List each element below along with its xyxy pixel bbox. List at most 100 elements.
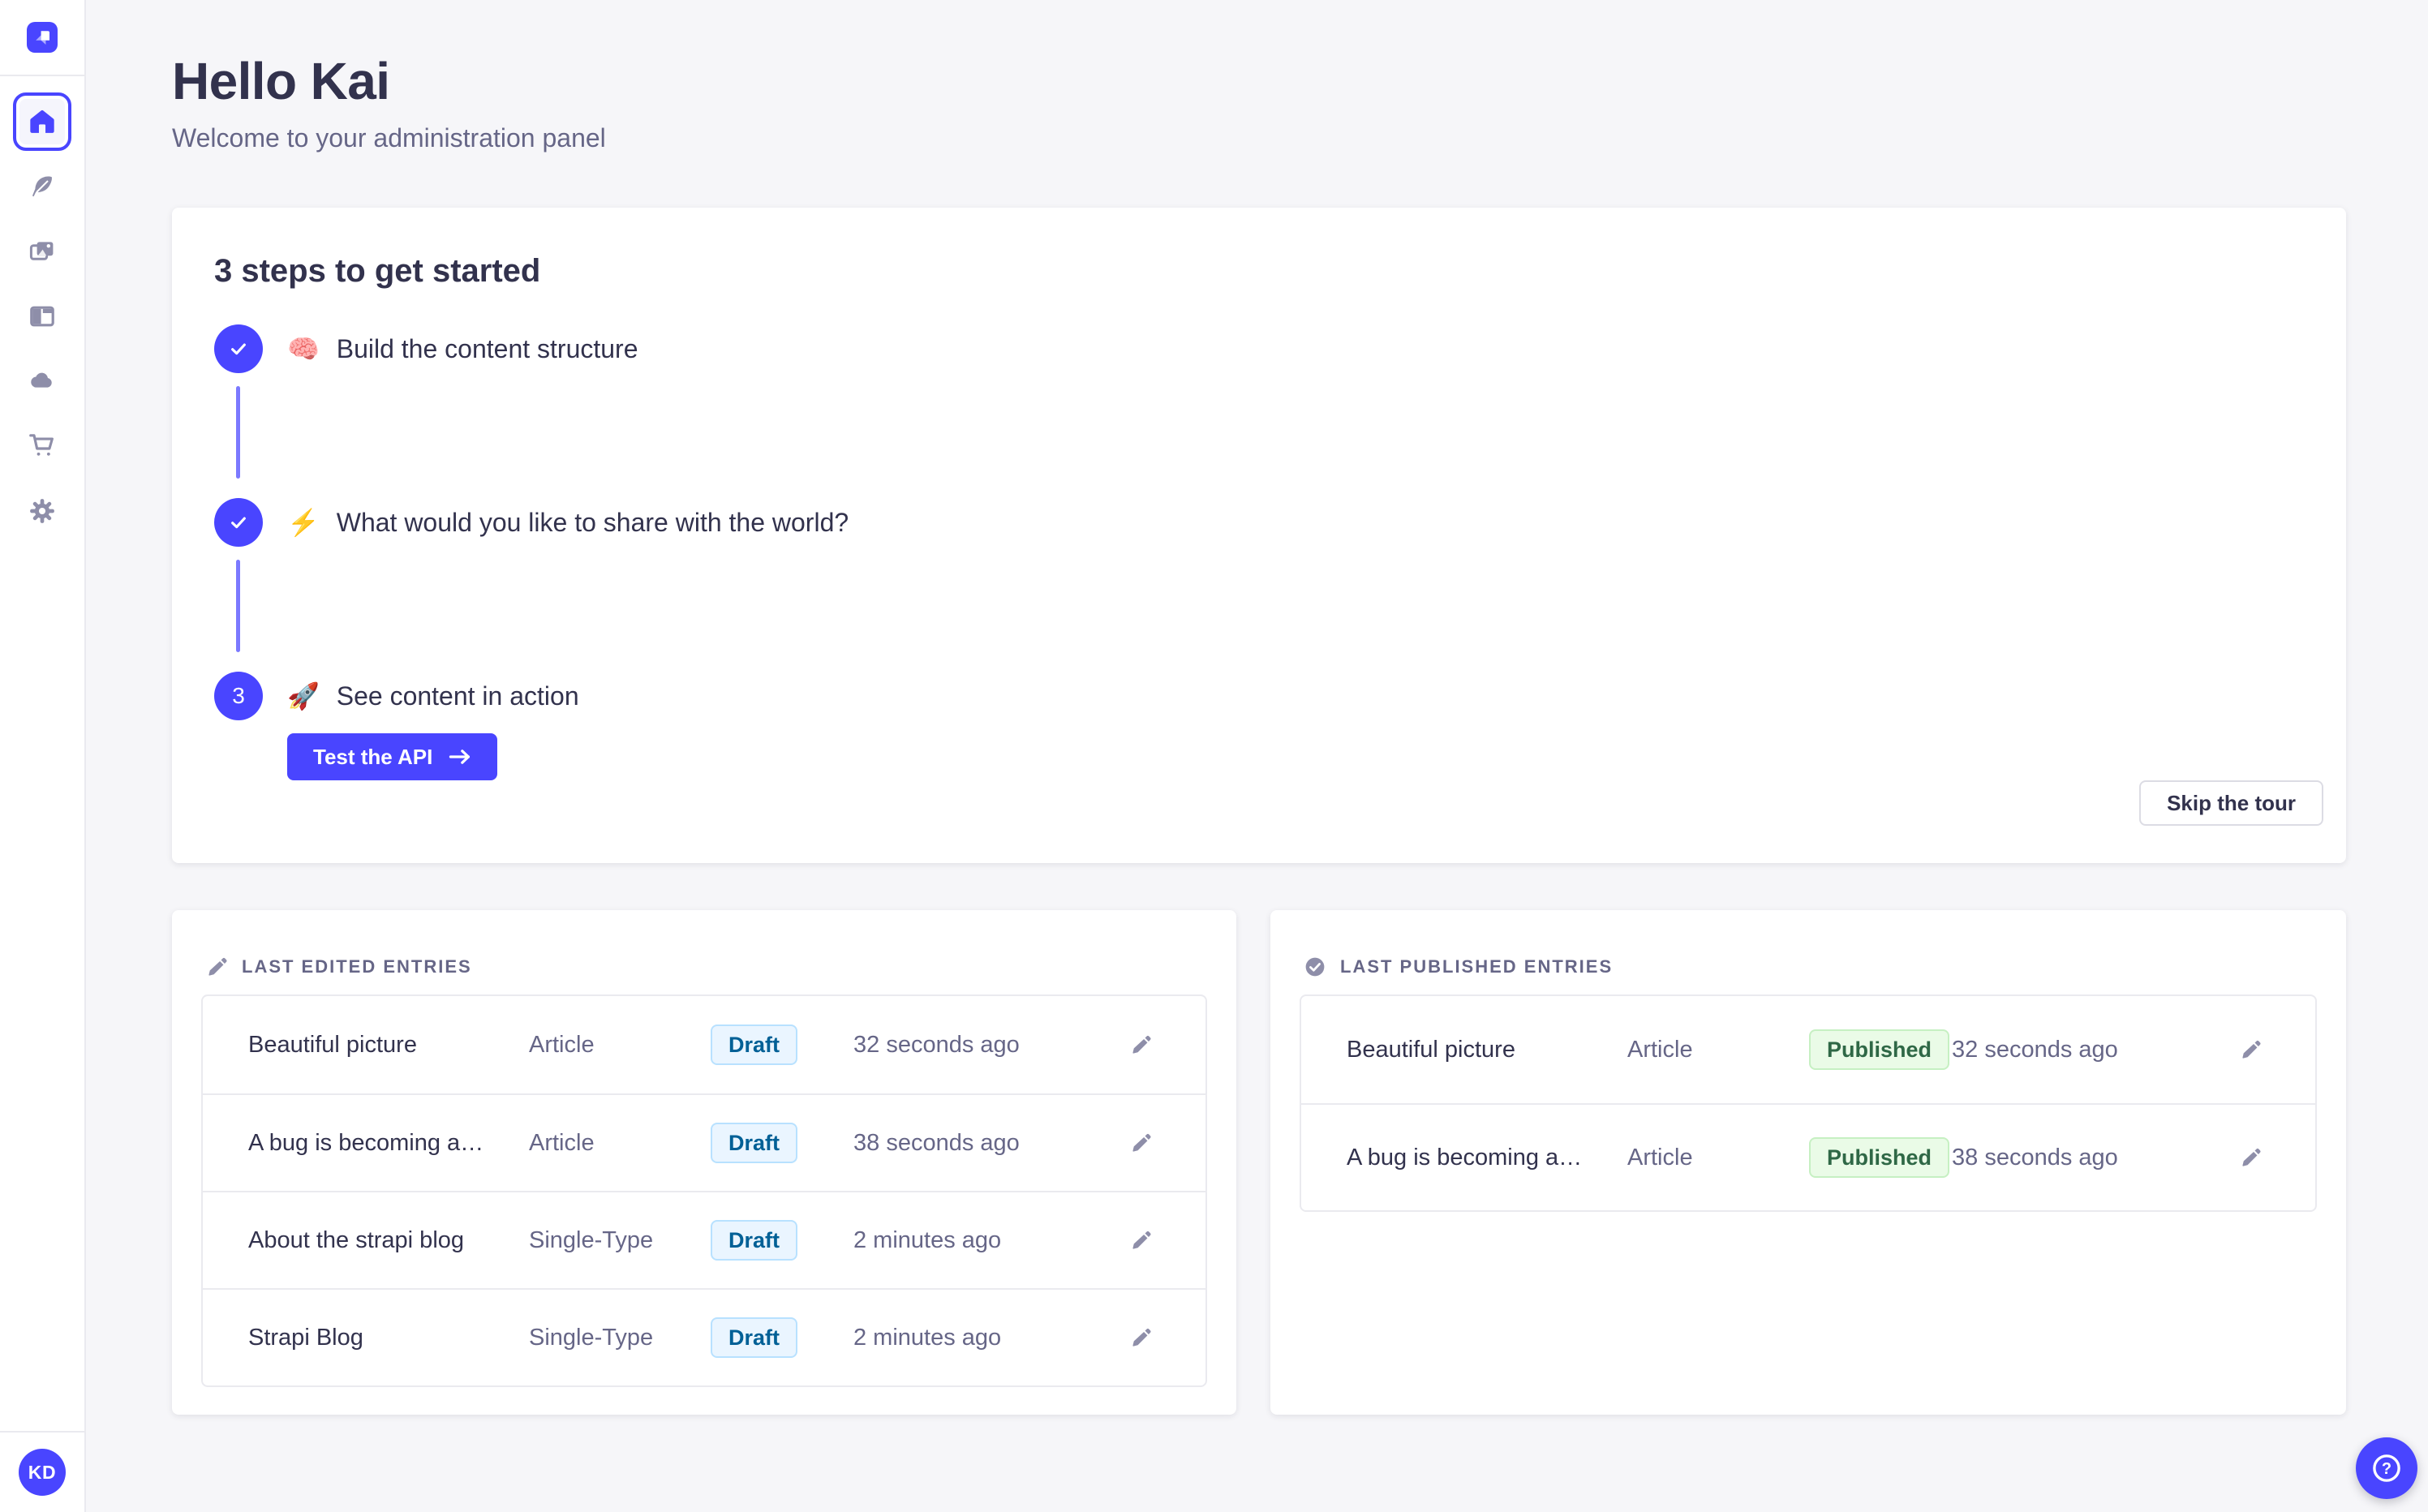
entry-title: About the strapi blog	[248, 1226, 465, 1253]
entries-panels: LAST EDITED ENTRIES Beautiful picture Ar…	[172, 910, 2348, 1415]
sidebar: KD	[0, 0, 86, 1512]
entry-title: A bug is becoming a…	[248, 1129, 484, 1156]
sidebar-item-content-type-builder[interactable]	[13, 287, 71, 346]
step-label: Build the content structure	[336, 334, 638, 363]
panel-header: LAST PUBLISHED ENTRIES	[1300, 939, 2317, 988]
entry-status-badge: Published	[1809, 1137, 1950, 1178]
help-button[interactable]: ?	[2356, 1437, 2417, 1499]
panel-header: LAST EDITED ENTRIES	[201, 939, 1207, 988]
gear-icon	[28, 497, 56, 525]
step-emoji: ⚡	[287, 508, 327, 537]
onboarding-title: 3 steps to get started	[214, 253, 541, 289]
test-api-button[interactable]: Test the API	[287, 733, 498, 780]
sidebar-item-media-library[interactable]	[13, 222, 71, 281]
onboarding-step: 3 🚀 See content in action Test the API	[214, 672, 2304, 780]
entry-title: Beautiful picture	[248, 1031, 417, 1058]
edit-entry-button[interactable]	[1121, 1318, 1160, 1357]
layout-icon	[29, 303, 55, 329]
entries-table: Beautiful picture Article Published 32 s…	[1300, 994, 2317, 1212]
edit-entry-button[interactable]	[2231, 1030, 2270, 1069]
step-status-circle	[214, 498, 263, 547]
entry-row: Beautiful picture Article Draft 32 secon…	[203, 996, 1205, 1093]
arrow-right-icon	[449, 749, 471, 765]
entry-time: 38 seconds ago	[1952, 1144, 2118, 1171]
home-icon	[28, 108, 56, 135]
entry-row: Strapi Blog Single-Type Draft 2 minutes …	[203, 1288, 1205, 1385]
step-emoji: 🚀	[287, 681, 327, 711]
entry-time: 38 seconds ago	[853, 1129, 1020, 1156]
sidebar-item-cloud[interactable]	[13, 352, 71, 410]
pencil-icon	[1130, 1230, 1151, 1251]
sidebar-item-content-manager[interactable]	[13, 157, 71, 216]
main-content: Hello Kai Welcome to your administration…	[86, 0, 2428, 1415]
user-avatar[interactable]: KD	[19, 1449, 66, 1496]
step-emoji: 🧠	[287, 334, 327, 363]
entry-time: 32 seconds ago	[853, 1031, 1020, 1058]
page-subtitle: Welcome to your administration panel	[172, 123, 606, 152]
logo-area	[0, 0, 84, 76]
edit-entry-button[interactable]	[1121, 1025, 1160, 1064]
entry-status-badge: Draft	[711, 1123, 798, 1163]
check-icon	[227, 337, 250, 360]
pencil-icon	[1130, 1132, 1151, 1153]
entry-status-badge: Draft	[711, 1220, 798, 1261]
edit-entry-button[interactable]	[1121, 1123, 1160, 1162]
panel-title: LAST EDITED ENTRIES	[242, 956, 472, 977]
sidebar-item-settings[interactable]	[13, 482, 71, 540]
strapi-logo-icon[interactable]	[27, 22, 58, 53]
entry-type: Single-Type	[529, 1324, 654, 1351]
entry-type: Article	[1627, 1144, 1693, 1171]
page-title: Hello Kai	[172, 52, 390, 110]
feather-icon	[29, 174, 55, 200]
entry-row: A bug is becoming a… Article Draft 38 se…	[203, 1093, 1205, 1191]
entry-row: About the strapi blog Single-Type Draft …	[203, 1191, 1205, 1288]
strapi-admin-page: KD Hello Kai Welcome to your administrat…	[0, 0, 2428, 1512]
onboarding-step: ⚡ What would you like to share with the …	[214, 498, 2304, 652]
sidebar-nav	[0, 76, 84, 540]
question-icon: ?	[2370, 1451, 2404, 1485]
entry-status-badge: Draft	[711, 1317, 798, 1358]
entries-table: Beautiful picture Article Draft 32 secon…	[201, 994, 1207, 1387]
sidebar-item-home[interactable]	[13, 92, 71, 151]
entry-type: Article	[529, 1129, 595, 1156]
entry-time: 32 seconds ago	[1952, 1036, 2118, 1063]
check-circle-icon	[1304, 956, 1326, 977]
sidebar-footer: KD	[0, 1431, 84, 1512]
entry-row: Beautiful picture Article Published 32 s…	[1301, 996, 2315, 1103]
entry-title: Beautiful picture	[1347, 1036, 1515, 1063]
check-icon	[227, 511, 250, 534]
step-number: 3	[232, 683, 245, 708]
step-status-circle	[214, 324, 263, 373]
test-api-label: Test the API	[313, 744, 433, 769]
pencil-icon	[2240, 1039, 2261, 1060]
entry-row: A bug is becoming a… Article Published 3…	[1301, 1103, 2315, 1210]
skip-tour-button[interactable]: Skip the tour	[2139, 780, 2323, 826]
onboarding-card: 3 steps to get started 🧠 Build the conte…	[172, 208, 2346, 863]
pencil-icon	[1130, 1034, 1151, 1055]
entry-status-badge: Published	[1809, 1029, 1950, 1070]
entry-title: Strapi Blog	[248, 1324, 363, 1351]
pencil-icon	[206, 956, 227, 977]
cloud-icon	[28, 367, 56, 395]
svg-text:?: ?	[2382, 1460, 2391, 1478]
edit-entry-button[interactable]	[1121, 1221, 1160, 1260]
step-status-circle: 3	[214, 672, 263, 720]
images-icon	[29, 238, 55, 264]
entry-time: 2 minutes ago	[853, 1226, 1002, 1253]
entry-type: Article	[529, 1031, 595, 1058]
sidebar-item-marketplace[interactable]	[13, 417, 71, 475]
entry-type: Article	[1627, 1036, 1693, 1063]
step-label: See content in action	[336, 681, 579, 711]
pencil-icon	[1130, 1327, 1151, 1348]
last-edited-panel: LAST EDITED ENTRIES Beautiful picture Ar…	[172, 910, 1236, 1415]
entry-title: A bug is becoming a…	[1347, 1144, 1583, 1171]
last-published-panel: LAST PUBLISHED ENTRIES Beautiful picture…	[1270, 910, 2346, 1415]
entry-status-badge: Draft	[711, 1024, 798, 1065]
onboarding-steps: 🧠 Build the content structure ⚡ What wou…	[214, 324, 2304, 780]
entry-time: 2 minutes ago	[853, 1324, 1002, 1351]
step-label: What would you like to share with the wo…	[336, 508, 849, 537]
cart-icon	[28, 432, 56, 460]
edit-entry-button[interactable]	[2231, 1138, 2270, 1177]
entry-type: Single-Type	[529, 1226, 654, 1253]
pencil-icon	[2240, 1147, 2261, 1168]
